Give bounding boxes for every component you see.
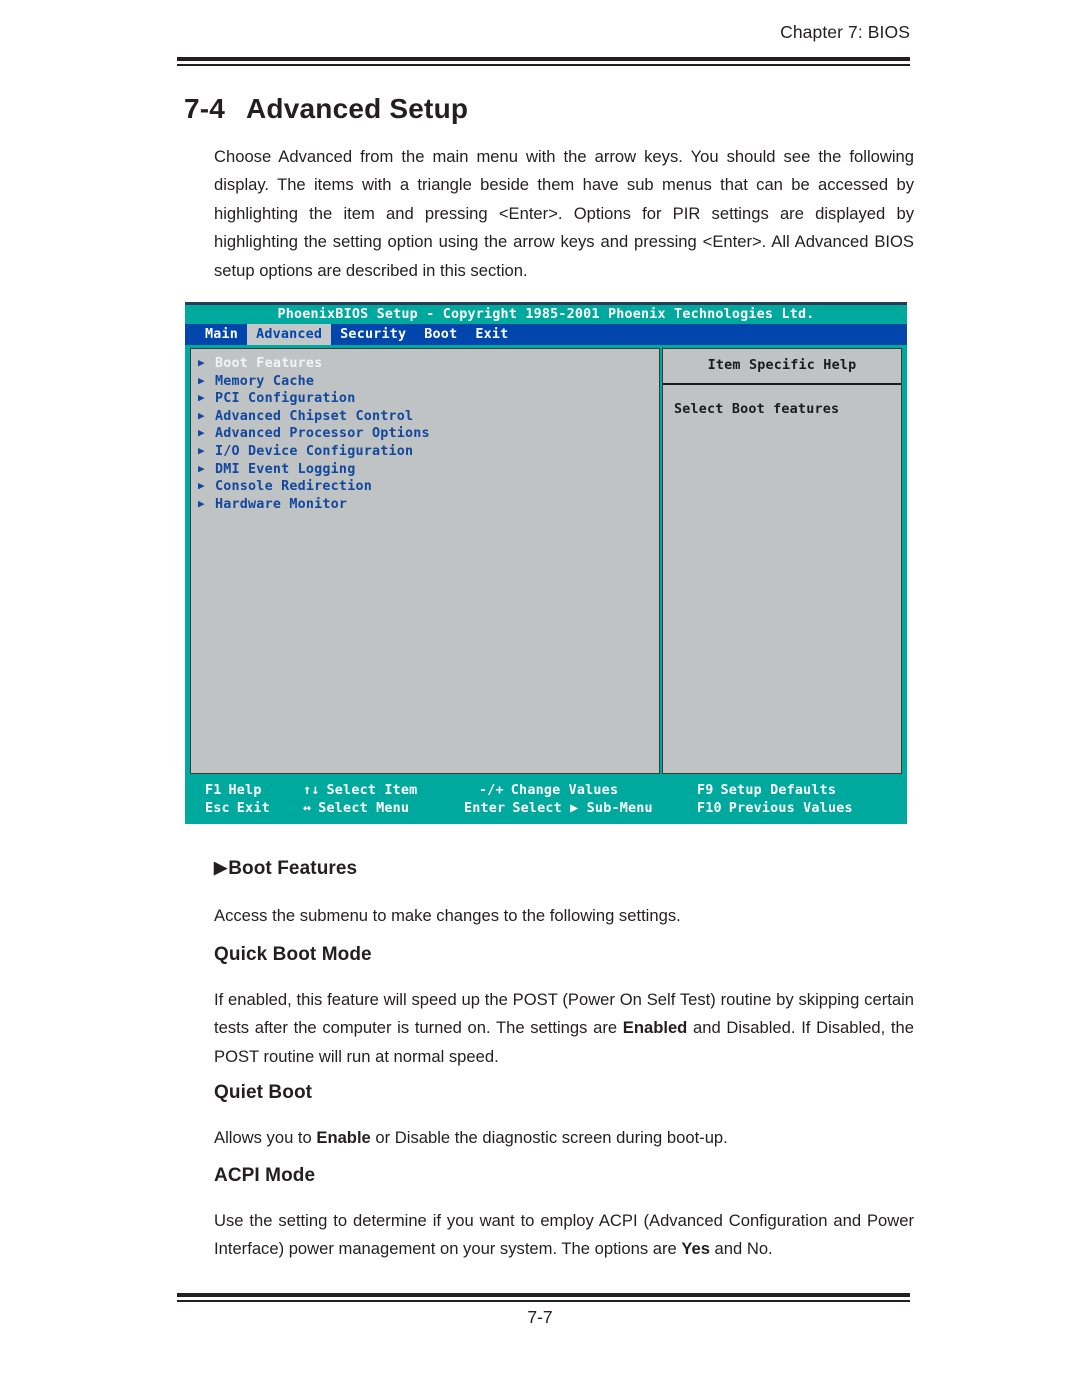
bios-body: ▶ Boot Features ▶ Memory Cache ▶ PCI Con… [185, 345, 907, 779]
bios-menu-item-io-device-configuration[interactable]: ▶ I/O Device Configuration [198, 444, 659, 462]
heading-quick-boot-mode: Quick Boot Mode [214, 944, 372, 965]
paragraph-acpi-mode: Use the setting to determine if you want… [214, 1207, 914, 1264]
text-emphasis: Enable [316, 1128, 371, 1147]
heading-quiet-boot: Quiet Boot [214, 1082, 313, 1103]
document-page: Chapter 7: BIOS 7-4 Advanced Setup Choose… [0, 0, 1080, 1397]
heading-boot-features-text: Boot Features [228, 858, 358, 879]
triangle-marker-icon: ▶ [214, 858, 228, 877]
bios-menu-item-dmi-event-logging[interactable]: ▶ DMI Event Logging [198, 462, 659, 480]
bios-menu-item-memory-cache[interactable]: ▶ Memory Cache [198, 374, 659, 392]
intro-paragraph: Choose Advanced from the main menu with … [214, 147, 914, 280]
bios-title-bar: PhoenixBIOS Setup - Copyright 1985-2001 … [185, 305, 907, 324]
submenu-triangle-icon: ▶ [198, 408, 205, 422]
submenu-triangle-icon: ▶ [198, 479, 205, 493]
header-rule [177, 57, 910, 66]
bios-menu-item-label: Hardware Monitor [215, 496, 348, 512]
running-header: Chapter 7: BIOS [780, 22, 910, 42]
bios-menu-item-label: PCI Configuration [215, 391, 356, 407]
bios-menu-bar: Main Advanced Security Boot Exit [185, 324, 907, 345]
bios-menu-item-advanced-processor-options[interactable]: ▶ Advanced Processor Options [198, 426, 659, 444]
text-emphasis: Enabled [622, 1018, 688, 1038]
key-f9-setup-defaults: F9 Setup Defaults [697, 783, 837, 798]
bios-tab-advanced[interactable]: Advanced [247, 324, 332, 345]
section-title-text: Advanced Setup [246, 93, 469, 124]
bios-tab-exit[interactable]: Exit [466, 324, 517, 345]
submenu-triangle-icon: ▶ [198, 443, 205, 457]
bios-menu-item-label: Advanced Chipset Control [215, 408, 414, 424]
bios-help-panel: Item Specific Help Select Boot features [662, 348, 902, 774]
submenu-triangle-icon: ▶ [198, 496, 205, 510]
paragraph-quiet-boot: Allows you to Enable or Disable the diag… [214, 1124, 914, 1152]
section-number: 7-4 [184, 93, 226, 124]
page-title: 7-4 Advanced Setup [184, 93, 468, 125]
key-f1-help: F1 Help [205, 783, 262, 798]
text-run: or Disable the diagnostic screen during … [370, 1128, 728, 1147]
bios-menu-item-label: Boot Features [215, 356, 323, 371]
bios-menu-item-boot-features[interactable]: ▶ Boot Features [198, 356, 659, 374]
help-panel-title: Item Specific Help [663, 349, 901, 385]
bios-setup-screenshot: PhoenixBIOS Setup - Copyright 1985-2001 … [185, 302, 907, 824]
text-run: Use the setting to determine if you want… [214, 1211, 914, 1259]
submenu-triangle-icon: ▶ [198, 461, 205, 475]
submenu-triangle-icon: ▶ [198, 356, 205, 369]
bios-menu-item-advanced-chipset-control[interactable]: ▶ Advanced Chipset Control [198, 409, 659, 427]
bios-tab-main[interactable]: Main [196, 324, 247, 345]
bios-tab-boot[interactable]: Boot [415, 324, 466, 345]
key-enter-select-submenu: Enter Select ▶ Sub-Menu [464, 801, 653, 816]
bios-menu-item-label: Advanced Processor Options [215, 426, 430, 442]
text-emphasis: Yes [681, 1239, 710, 1259]
key-updown-select-item: ↑↓ Select Item [303, 783, 418, 798]
bios-menu-item-label: Memory Cache [215, 373, 315, 389]
text-run: Allows you to [214, 1128, 317, 1147]
text-run: and No. [709, 1239, 773, 1259]
paragraph-boot-features: Access the submenu to make changes to th… [214, 906, 681, 925]
bios-key-legend-row-1: F1 Help ↑↓ Select Item -/+ Change Values F9… [185, 781, 907, 800]
bios-menu-list: ▶ Boot Features ▶ Memory Cache ▶ PCI Con… [191, 349, 659, 514]
bios-menu-item-label: Console Redirection [215, 479, 372, 495]
key-esc-exit: Esc Exit [205, 801, 270, 816]
submenu-triangle-icon: ▶ [198, 426, 205, 440]
footer-rule-thin [177, 1300, 910, 1302]
submenu-triangle-icon: ▶ [198, 373, 205, 387]
paragraph-quick-boot-mode: If enabled, this feature will speed up t… [214, 986, 914, 1071]
bios-key-legend: F1 Help ↑↓ Select Item -/+ Change Values F9… [185, 779, 907, 824]
key-f10-previous-values: F10 Previous Values [697, 801, 853, 816]
page-number: 7-7 [527, 1307, 553, 1327]
heading-acpi-mode: ACPI Mode [214, 1165, 316, 1186]
key-plusminus-change-values: -/+ Change Values [479, 783, 619, 798]
bios-menu-item-label: DMI Event Logging [215, 461, 356, 477]
heading-boot-features: ▶Boot Features [214, 858, 357, 880]
bios-options-panel: ▶ Boot Features ▶ Memory Cache ▶ PCI Con… [190, 348, 660, 774]
help-panel-text: Select Boot features [674, 402, 840, 417]
header-rule-thin [177, 64, 910, 66]
footer-rule [177, 1293, 910, 1302]
bios-menu-item-console-redirection[interactable]: ▶ Console Redirection [198, 479, 659, 497]
bios-menu-item-hardware-monitor[interactable]: ▶ Hardware Monitor [198, 497, 659, 515]
bios-key-legend-row-2: Esc Exit ↔ Select Menu Enter Select ▶ Sub-M… [185, 799, 907, 818]
bios-tab-security[interactable]: Security [331, 324, 415, 345]
key-leftright-select-menu: ↔ Select Menu [303, 801, 410, 816]
submenu-triangle-icon: ▶ [198, 391, 205, 405]
bios-menu-item-pci-configuration[interactable]: ▶ PCI Configuration [198, 391, 659, 409]
bios-menu-item-label: I/O Device Configuration [215, 443, 414, 459]
